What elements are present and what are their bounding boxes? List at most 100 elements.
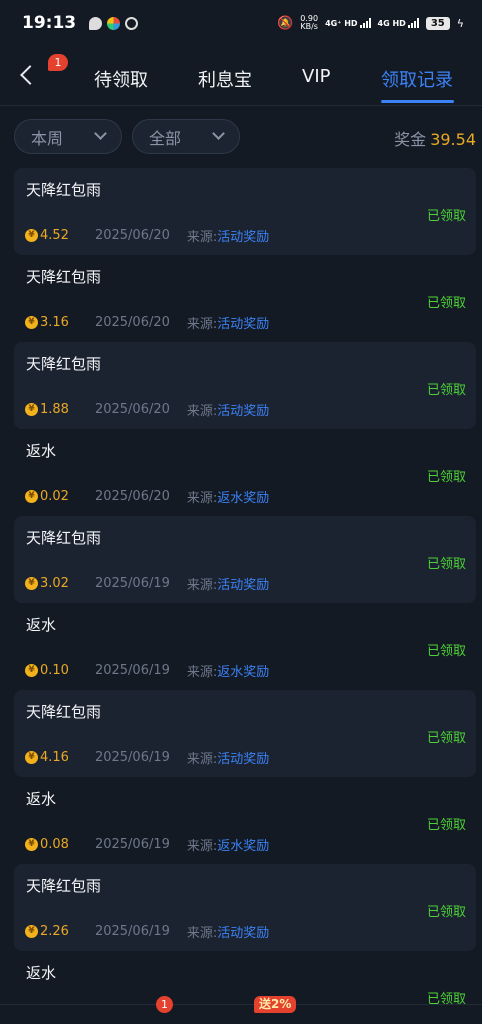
record-source-label: 来源: [186, 491, 218, 506]
record-amount: 0.02 [40, 489, 69, 504]
record-source: 活动奖励 [217, 404, 270, 419]
coin-icon: ¥ [25, 577, 38, 590]
record-item[interactable]: 天降红包雨 已领取 ¥ 3.02 2025/06/19 来源: 活动奖励 [14, 516, 476, 603]
tab-claim-records[interactable]: 领取记录 [381, 66, 453, 92]
active-tab-indicator [381, 100, 454, 103]
record-item[interactable]: 天降红包雨 已领取 ¥ 4.52 2025/06/20 来源: 活动奖励 [14, 168, 476, 255]
record-source: 活动奖励 [217, 578, 270, 593]
signal-2: 4G HD [378, 18, 419, 28]
record-amount: 2.26 [40, 924, 69, 939]
record-title: 天降红包雨 [26, 877, 102, 895]
record-title: 天降红包雨 [26, 529, 102, 547]
record-amount: 0.10 [40, 663, 69, 678]
record-status: 已领取 [426, 209, 466, 224]
record-date: 2025/06/19 [94, 576, 170, 591]
record-meta: ¥ 3.16 2025/06/20 来源: 活动奖励 [25, 313, 269, 332]
back-button[interactable] [14, 60, 40, 90]
record-source: 活动奖励 [217, 230, 270, 245]
record-title: 返水 [26, 964, 57, 982]
record-status: 已领取 [426, 818, 466, 833]
record-item[interactable]: 天降红包雨 已领取 ¥ 3.16 2025/06/20 来源: 活动奖励 [14, 255, 476, 342]
coin-icon: ¥ [25, 925, 38, 938]
record-item[interactable]: 天降红包雨 已领取 ¥ 4.16 2025/06/19 来源: 活动奖励 [14, 690, 476, 777]
record-amount: 3.02 [40, 576, 69, 591]
network-speed: 0.90 KB/s [300, 15, 318, 31]
record-status: 已领取 [426, 470, 466, 485]
tab-pending[interactable]: 待领取 [94, 66, 148, 92]
record-amount: 4.52 [40, 228, 69, 243]
record-date: 2025/06/20 [94, 402, 170, 417]
record-status: 已领取 [426, 383, 466, 398]
record-source: 活动奖励 [217, 926, 270, 941]
record-status: 已领取 [426, 731, 466, 746]
record-meta: ¥ 4.52 2025/06/20 来源: 活动奖励 [25, 226, 269, 245]
coin-icon: ¥ [25, 316, 38, 329]
record-date: 2025/06/19 [94, 924, 170, 939]
record-source: 返水奖励 [217, 491, 270, 506]
record-source: 活动奖励 [217, 317, 270, 332]
period-select[interactable]: 本周 [14, 119, 122, 154]
top-nav: 1 待领取 利息宝 VIP 领取记录 [0, 48, 482, 106]
record-meta: ¥ 3.02 2025/06/19 来源: 活动奖励 [25, 574, 269, 593]
record-item[interactable]: 返水 已领取 ¥ 0.02 2025/06/20 来源: 返水奖励 [14, 429, 476, 516]
tab-vip[interactable]: VIP [302, 66, 330, 87]
coin-icon: ¥ [25, 403, 38, 416]
record-status: 已领取 [426, 557, 466, 572]
network-type-1: 4G⁺ HD [325, 19, 358, 28]
signal-bars-icon [407, 18, 419, 28]
coin-icon: ¥ [25, 838, 38, 851]
record-item[interactable]: 天降红包雨 已领取 ¥ 2.26 2025/06/19 来源: 活动奖励 [14, 864, 476, 951]
record-title: 返水 [26, 442, 57, 460]
record-amount: 1.88 [40, 402, 69, 417]
bottom-notification-badge: 1 [156, 996, 173, 1013]
bonus-value: 39.54 [430, 130, 476, 149]
tab-interest[interactable]: 利息宝 [198, 66, 252, 92]
record-date: 2025/06/19 [94, 663, 170, 678]
record-title: 返水 [26, 790, 57, 808]
record-source-label: 来源: [186, 317, 218, 332]
record-source: 返水奖励 [217, 665, 270, 680]
category-select[interactable]: 全部 [132, 119, 240, 154]
category-select-value: 全部 [149, 128, 182, 148]
record-source: 活动奖励 [217, 752, 270, 767]
app-notification-icon [107, 16, 121, 30]
period-select-value: 本周 [31, 128, 64, 148]
chevron-down-icon [94, 127, 107, 140]
record-source-label: 来源: [186, 230, 218, 245]
record-source-label: 来源: [186, 404, 218, 419]
app-notification-icon-2 [125, 16, 139, 30]
chat-notification-icon [89, 16, 103, 30]
network-type-2: 4G HD [377, 19, 406, 28]
record-source-label: 来源: [186, 926, 218, 941]
chevron-left-icon [20, 65, 40, 85]
signal-1: 4G⁺ HD [325, 18, 371, 28]
status-bar: 19:13 🔕 0.90 KB/s 4G⁺ HD 4G HD 35 ϟ [0, 0, 482, 46]
record-date: 2025/06/20 [94, 489, 170, 504]
mute-icon: 🔕 [277, 15, 294, 31]
coin-icon: ¥ [25, 229, 38, 242]
record-item[interactable]: 返水 已领取 ¥ 0.10 2025/06/19 来源: 返水奖励 [14, 603, 476, 690]
speed-unit: KB/s [300, 22, 318, 31]
battery-icon: 35 [425, 16, 450, 30]
bottom-gift-badge[interactable]: 送2% [254, 996, 297, 1013]
record-list: 天降红包雨 已领取 ¥ 4.52 2025/06/20 来源: 活动奖励 天降红包… [14, 168, 476, 1024]
record-status: 已领取 [426, 296, 466, 311]
record-date: 2025/06/19 [94, 750, 170, 765]
record-source: 返水奖励 [217, 839, 270, 854]
coin-icon: ¥ [25, 751, 38, 764]
record-source-label: 来源: [186, 839, 218, 854]
record-title: 返水 [26, 616, 57, 634]
record-source-label: 来源: [186, 578, 218, 593]
record-meta: ¥ 0.02 2025/06/20 来源: 返水奖励 [25, 487, 269, 506]
record-amount: 0.08 [40, 837, 69, 852]
record-date: 2025/06/20 [94, 228, 170, 243]
charging-icon: ϟ [456, 16, 464, 30]
record-meta: ¥ 0.10 2025/06/19 来源: 返水奖励 [25, 661, 269, 680]
record-title: 天降红包雨 [26, 703, 102, 721]
record-item[interactable]: 天降红包雨 已领取 ¥ 1.88 2025/06/20 来源: 活动奖励 [14, 342, 476, 429]
record-source-label: 来源: [186, 752, 218, 767]
record-item[interactable]: 返水 已领取 ¥ 0.08 2025/06/19 来源: 返水奖励 [14, 777, 476, 864]
chevron-down-icon [212, 127, 225, 140]
record-amount: 4.16 [40, 750, 69, 765]
coin-icon: ¥ [25, 664, 38, 677]
